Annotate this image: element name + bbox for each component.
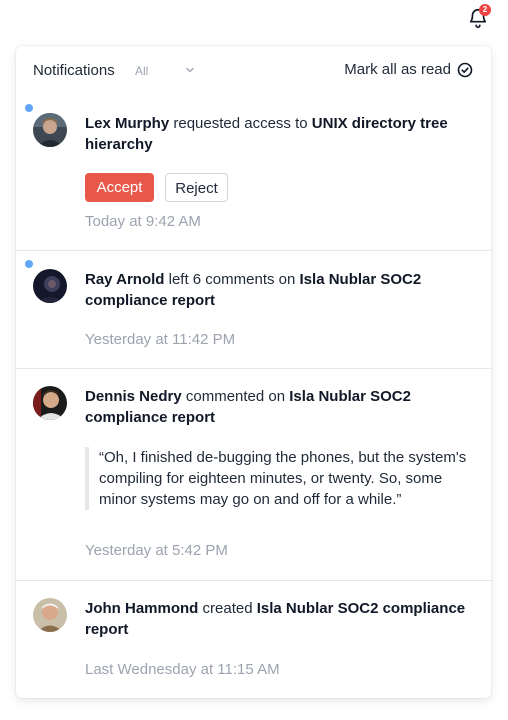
- notifications-panel: Notifications All Mark all as read Lex M…: [16, 46, 491, 698]
- notification-message: John Hammond created Isla Nublar SOC2 co…: [85, 598, 475, 640]
- filter-dropdown[interactable]: All: [135, 64, 148, 78]
- accept-button[interactable]: Accept: [85, 173, 154, 202]
- unread-indicator: [25, 260, 33, 268]
- notification-action: created: [198, 600, 257, 617]
- chevron-down-icon[interactable]: [186, 67, 194, 73]
- mark-all-read-button[interactable]: Mark all as read: [344, 61, 473, 78]
- avatar: [33, 113, 67, 147]
- mark-all-read-label: Mark all as read: [344, 61, 451, 78]
- notification-item[interactable]: Ray Arnold left 6 comments on Isla Nubla…: [16, 250, 491, 369]
- panel-header: Notifications All Mark all as read: [16, 46, 491, 96]
- notification-count-badge: 2: [479, 4, 491, 16]
- actor-name[interactable]: Dennis Nedry: [85, 388, 182, 405]
- avatar: [33, 269, 67, 303]
- notification-message: Lex Murphy requested access to UNIX dire…: [85, 113, 475, 155]
- notification-message: Dennis Nedry commented on Isla Nublar SO…: [85, 386, 475, 428]
- avatar: [33, 598, 67, 632]
- actor-name[interactable]: Lex Murphy: [85, 115, 169, 132]
- notification-item[interactable]: John Hammond created Isla Nublar SOC2 co…: [16, 580, 491, 699]
- reject-button[interactable]: Reject: [165, 173, 228, 202]
- notification-timestamp: Last Wednesday at 11:15 AM: [85, 661, 280, 678]
- check-circle-icon: [457, 62, 473, 77]
- panel-title: Notifications: [33, 62, 115, 79]
- notification-timestamp: Yesterday at 11:42 PM: [85, 331, 236, 348]
- notification-item[interactable]: Lex Murphy requested access to UNIX dire…: [16, 96, 491, 250]
- notification-action: commented on: [181, 388, 290, 405]
- notification-item[interactable]: Dennis Nedry commented on Isla Nublar SO…: [16, 368, 491, 581]
- notification-action: left 6 comments on: [164, 271, 300, 288]
- notification-message: Ray Arnold left 6 comments on Isla Nubla…: [85, 269, 475, 311]
- avatar: [33, 386, 67, 420]
- notification-timestamp: Yesterday at 5:42 PM: [85, 542, 228, 559]
- actor-name[interactable]: Ray Arnold: [85, 271, 164, 288]
- notification-action: requested access to: [169, 115, 312, 132]
- notification-timestamp: Today at 9:42 AM: [85, 213, 201, 230]
- comment-quote: “Oh, I finished de-bugging the phones, b…: [85, 447, 475, 510]
- unread-indicator: [25, 104, 33, 112]
- actor-name[interactable]: John Hammond: [85, 600, 198, 617]
- notifications-bell-button[interactable]: 2: [466, 4, 492, 30]
